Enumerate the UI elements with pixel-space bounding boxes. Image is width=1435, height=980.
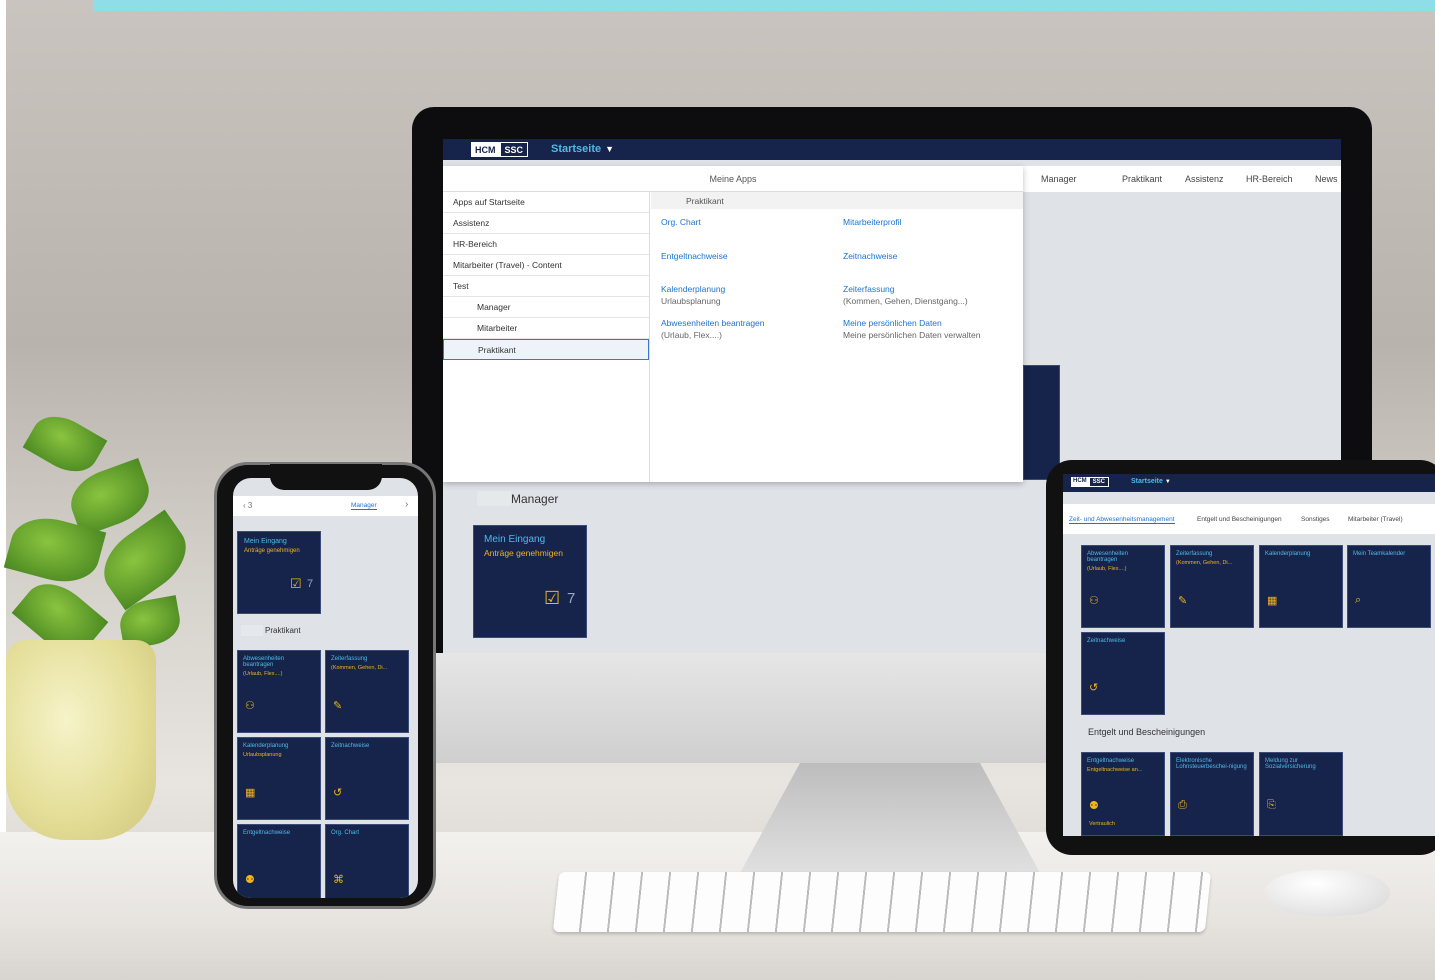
tab-news[interactable]: News bbox=[1315, 174, 1338, 184]
section-title-bg bbox=[477, 491, 511, 506]
document-money-icon: ⎙ bbox=[1178, 799, 1187, 811]
tablet-tile-sozialversicherung[interactable]: Meldung zur Sozialversicherung ⎘ bbox=[1259, 752, 1343, 836]
section-title-manager: Manager bbox=[511, 492, 559, 506]
payroll-icon: ⚉ bbox=[1089, 800, 1099, 812]
tablet-tile-kalenderplanung[interactable]: Kalenderplanung ▦ bbox=[1259, 545, 1343, 628]
tile-mein-eingang[interactable]: Mein Eingang Anträge genehmigen ☑ 7 bbox=[473, 525, 587, 638]
tablet-home-title[interactable]: Startseite ▼ bbox=[1131, 478, 1171, 485]
menu-group-hr-bereich[interactable]: HR-Bereich bbox=[443, 234, 649, 255]
phone-tile-kalenderplanung[interactable]: Kalenderplanung Urlaubsplanung ▦ bbox=[237, 737, 321, 820]
tablet-tile-teamkalender[interactable]: Mein Teamkalender ⌕ bbox=[1347, 545, 1431, 628]
menu-group-praktikant[interactable]: Praktikant bbox=[443, 339, 649, 360]
tablet-section-title: Entgelt und Bescheinigungen bbox=[1088, 727, 1206, 737]
phone-tile-entgeltnachweise[interactable]: Entgeltnachweise ⚉ bbox=[237, 824, 321, 898]
keyboard bbox=[552, 872, 1212, 932]
phone-tile-org-chart[interactable]: Org. Chart ⌘ bbox=[325, 824, 409, 898]
app-link-zeitnachweise[interactable]: Zeitnachweise bbox=[843, 251, 897, 261]
menu-group-mitarbeiter[interactable]: Mitarbeiter bbox=[443, 318, 649, 339]
phone-tab-manager[interactable]: Manager bbox=[351, 502, 377, 510]
person-add-icon: ⚇ bbox=[245, 700, 255, 712]
tablet-tile-abwesenheiten[interactable]: Abwesenheiten beantragen (Urlaub, Flex..… bbox=[1081, 545, 1165, 628]
tablet-tab-bar: Zeit- und Abwesenheitsmanagement Entgelt… bbox=[1063, 504, 1435, 534]
caret-down-icon: ▼ bbox=[605, 144, 615, 154]
calendar-icon: ▦ bbox=[1267, 595, 1278, 607]
tablet-tile-zeitnachweise[interactable]: Zeitnachweise ↺ bbox=[1081, 632, 1165, 715]
app-link-abwesenheiten-beantragen[interactable]: Abwesenheiten beantragen (Urlaub, Flex..… bbox=[661, 318, 765, 340]
shell-bar: HCM SSC Startseite ▼ bbox=[443, 139, 1341, 160]
tab-hr-bereich[interactable]: HR-Bereich bbox=[1246, 174, 1293, 184]
calendar-icon: ▦ bbox=[245, 787, 256, 799]
calendar-search-icon: ⌕ bbox=[1355, 594, 1362, 606]
edit-icon: ✎ bbox=[1178, 595, 1188, 607]
tablet-tile-entgeltnachweise[interactable]: Entgeltnachweise Entgeltnachweise an... … bbox=[1081, 752, 1165, 836]
tablet-tab-entgelt[interactable]: Entgelt und Bescheinigungen bbox=[1197, 516, 1282, 523]
edit-icon: ✎ bbox=[333, 700, 343, 712]
phone-nav-bar: ‹ 3 Manager › bbox=[233, 496, 418, 516]
menu-app-list: Praktikant Org. Chart Mitarbeiterprofil … bbox=[651, 192, 1023, 482]
menu-app-group-header: Praktikant bbox=[651, 192, 1023, 209]
plant-pot bbox=[6, 640, 156, 840]
caret-down-icon: ▼ bbox=[1164, 479, 1171, 485]
phone-tile-abwesenheiten[interactable]: Abwesenheiten beantragen (Urlaub, Flex..… bbox=[237, 650, 321, 733]
payroll-icon: ⚉ bbox=[245, 874, 255, 886]
tablet-tab-sonstiges[interactable]: Sonstiges bbox=[1301, 516, 1330, 523]
person-add-icon: ⚇ bbox=[1089, 595, 1099, 607]
app-link-entgeltnachweise[interactable]: Entgeltnachweise bbox=[661, 251, 728, 261]
app-link-persoenliche-daten[interactable]: Meine persönlichen Daten Meine persönlic… bbox=[843, 318, 981, 340]
app-link-org-chart[interactable]: Org. Chart bbox=[661, 217, 701, 227]
tablet-tab-zeit[interactable]: Zeit- und Abwesenheitsmanagement bbox=[1069, 516, 1175, 524]
monitor-stand bbox=[740, 763, 1040, 873]
menu-group-mitarbeiter-travel[interactable]: Mitarbeiter (Travel) - Content bbox=[443, 255, 649, 276]
tile-partial[interactable] bbox=[1023, 365, 1060, 480]
menu-group-list: Apps auf Startseite Assistenz HR-Bereich… bbox=[443, 192, 650, 482]
tab-manager[interactable]: Manager bbox=[1041, 174, 1077, 184]
tablet-tab-mitarbeiter-travel[interactable]: Mitarbeiter (Travel) bbox=[1348, 516, 1403, 523]
phone-tile-mein-eingang[interactable]: Mein Eingang Anträge genehmigen ☑ 7 bbox=[237, 531, 321, 614]
anchor-tab-bar: Manager Praktikant Assistenz HR-Bereich … bbox=[1023, 166, 1341, 192]
tab-praktikant[interactable]: Praktikant bbox=[1122, 174, 1162, 184]
tablet-tile-lohnsteuerbescheinigung[interactable]: Elektronische Lohnsteuerbeschei-nigung ⎙ bbox=[1170, 752, 1254, 836]
phone-screen: ‹ 3 Manager › Mein Eingang Anträge geneh… bbox=[233, 478, 418, 898]
home-title-dropdown[interactable]: Startseite ▼ bbox=[551, 143, 614, 155]
phone-tile-zeiterfassung[interactable]: Zeiterfassung (Kommen, Gehen, Di... ✎ bbox=[325, 650, 409, 733]
tablet-tile-zeiterfassung[interactable]: Zeiterfassung (Kommen, Gehen, Di... ✎ bbox=[1170, 545, 1254, 628]
phone-nav-back[interactable]: ‹ 3 bbox=[243, 501, 252, 510]
tab-assistenz[interactable]: Assistenz bbox=[1185, 174, 1224, 184]
org-chart-icon: ⌘ bbox=[333, 874, 344, 886]
checkbox-icon: ☑ bbox=[544, 588, 561, 608]
chevron-right-icon[interactable]: › bbox=[405, 499, 408, 510]
menu-header: Meine Apps bbox=[443, 166, 1023, 192]
menu-group-test[interactable]: Test bbox=[443, 276, 649, 297]
menu-group-manager[interactable]: Manager bbox=[443, 297, 649, 318]
menu-group-apps-auf-startseite[interactable]: Apps auf Startseite bbox=[443, 192, 649, 213]
my-apps-menu: Meine Apps Apps auf Startseite Assistenz… bbox=[443, 166, 1023, 482]
tablet-company-logo[interactable]: HCM SSC bbox=[1071, 477, 1110, 487]
top-accent-strip bbox=[93, 0, 1435, 11]
document-insurance-icon: ⎘ bbox=[1267, 799, 1276, 811]
company-logo[interactable]: HCM SSC bbox=[471, 142, 529, 157]
mouse bbox=[1264, 870, 1390, 916]
phone-tile-zeitnachweise[interactable]: Zeitnachweise ↺ bbox=[325, 737, 409, 820]
tablet-screen: HCM SSC Startseite ▼ Zeit- und Abwesenhe… bbox=[1063, 474, 1435, 836]
app-link-zeiterfassung[interactable]: Zeiterfassung (Kommen, Gehen, Dienstgang… bbox=[843, 284, 968, 306]
history-icon: ↺ bbox=[333, 787, 343, 799]
history-icon: ↺ bbox=[1089, 682, 1099, 694]
menu-group-assistenz[interactable]: Assistenz bbox=[443, 213, 649, 234]
app-link-kalenderplanung[interactable]: Kalenderplanung Urlaubsplanung bbox=[661, 284, 725, 306]
phone-section-title: Praktikant bbox=[265, 626, 301, 635]
app-link-mitarbeiterprofil[interactable]: Mitarbeiterprofil bbox=[843, 217, 902, 227]
checkbox-icon: ☑ bbox=[290, 576, 302, 591]
phone-notch bbox=[270, 464, 382, 490]
tablet-shell-bar: HCM SSC Startseite ▼ bbox=[1063, 474, 1435, 492]
